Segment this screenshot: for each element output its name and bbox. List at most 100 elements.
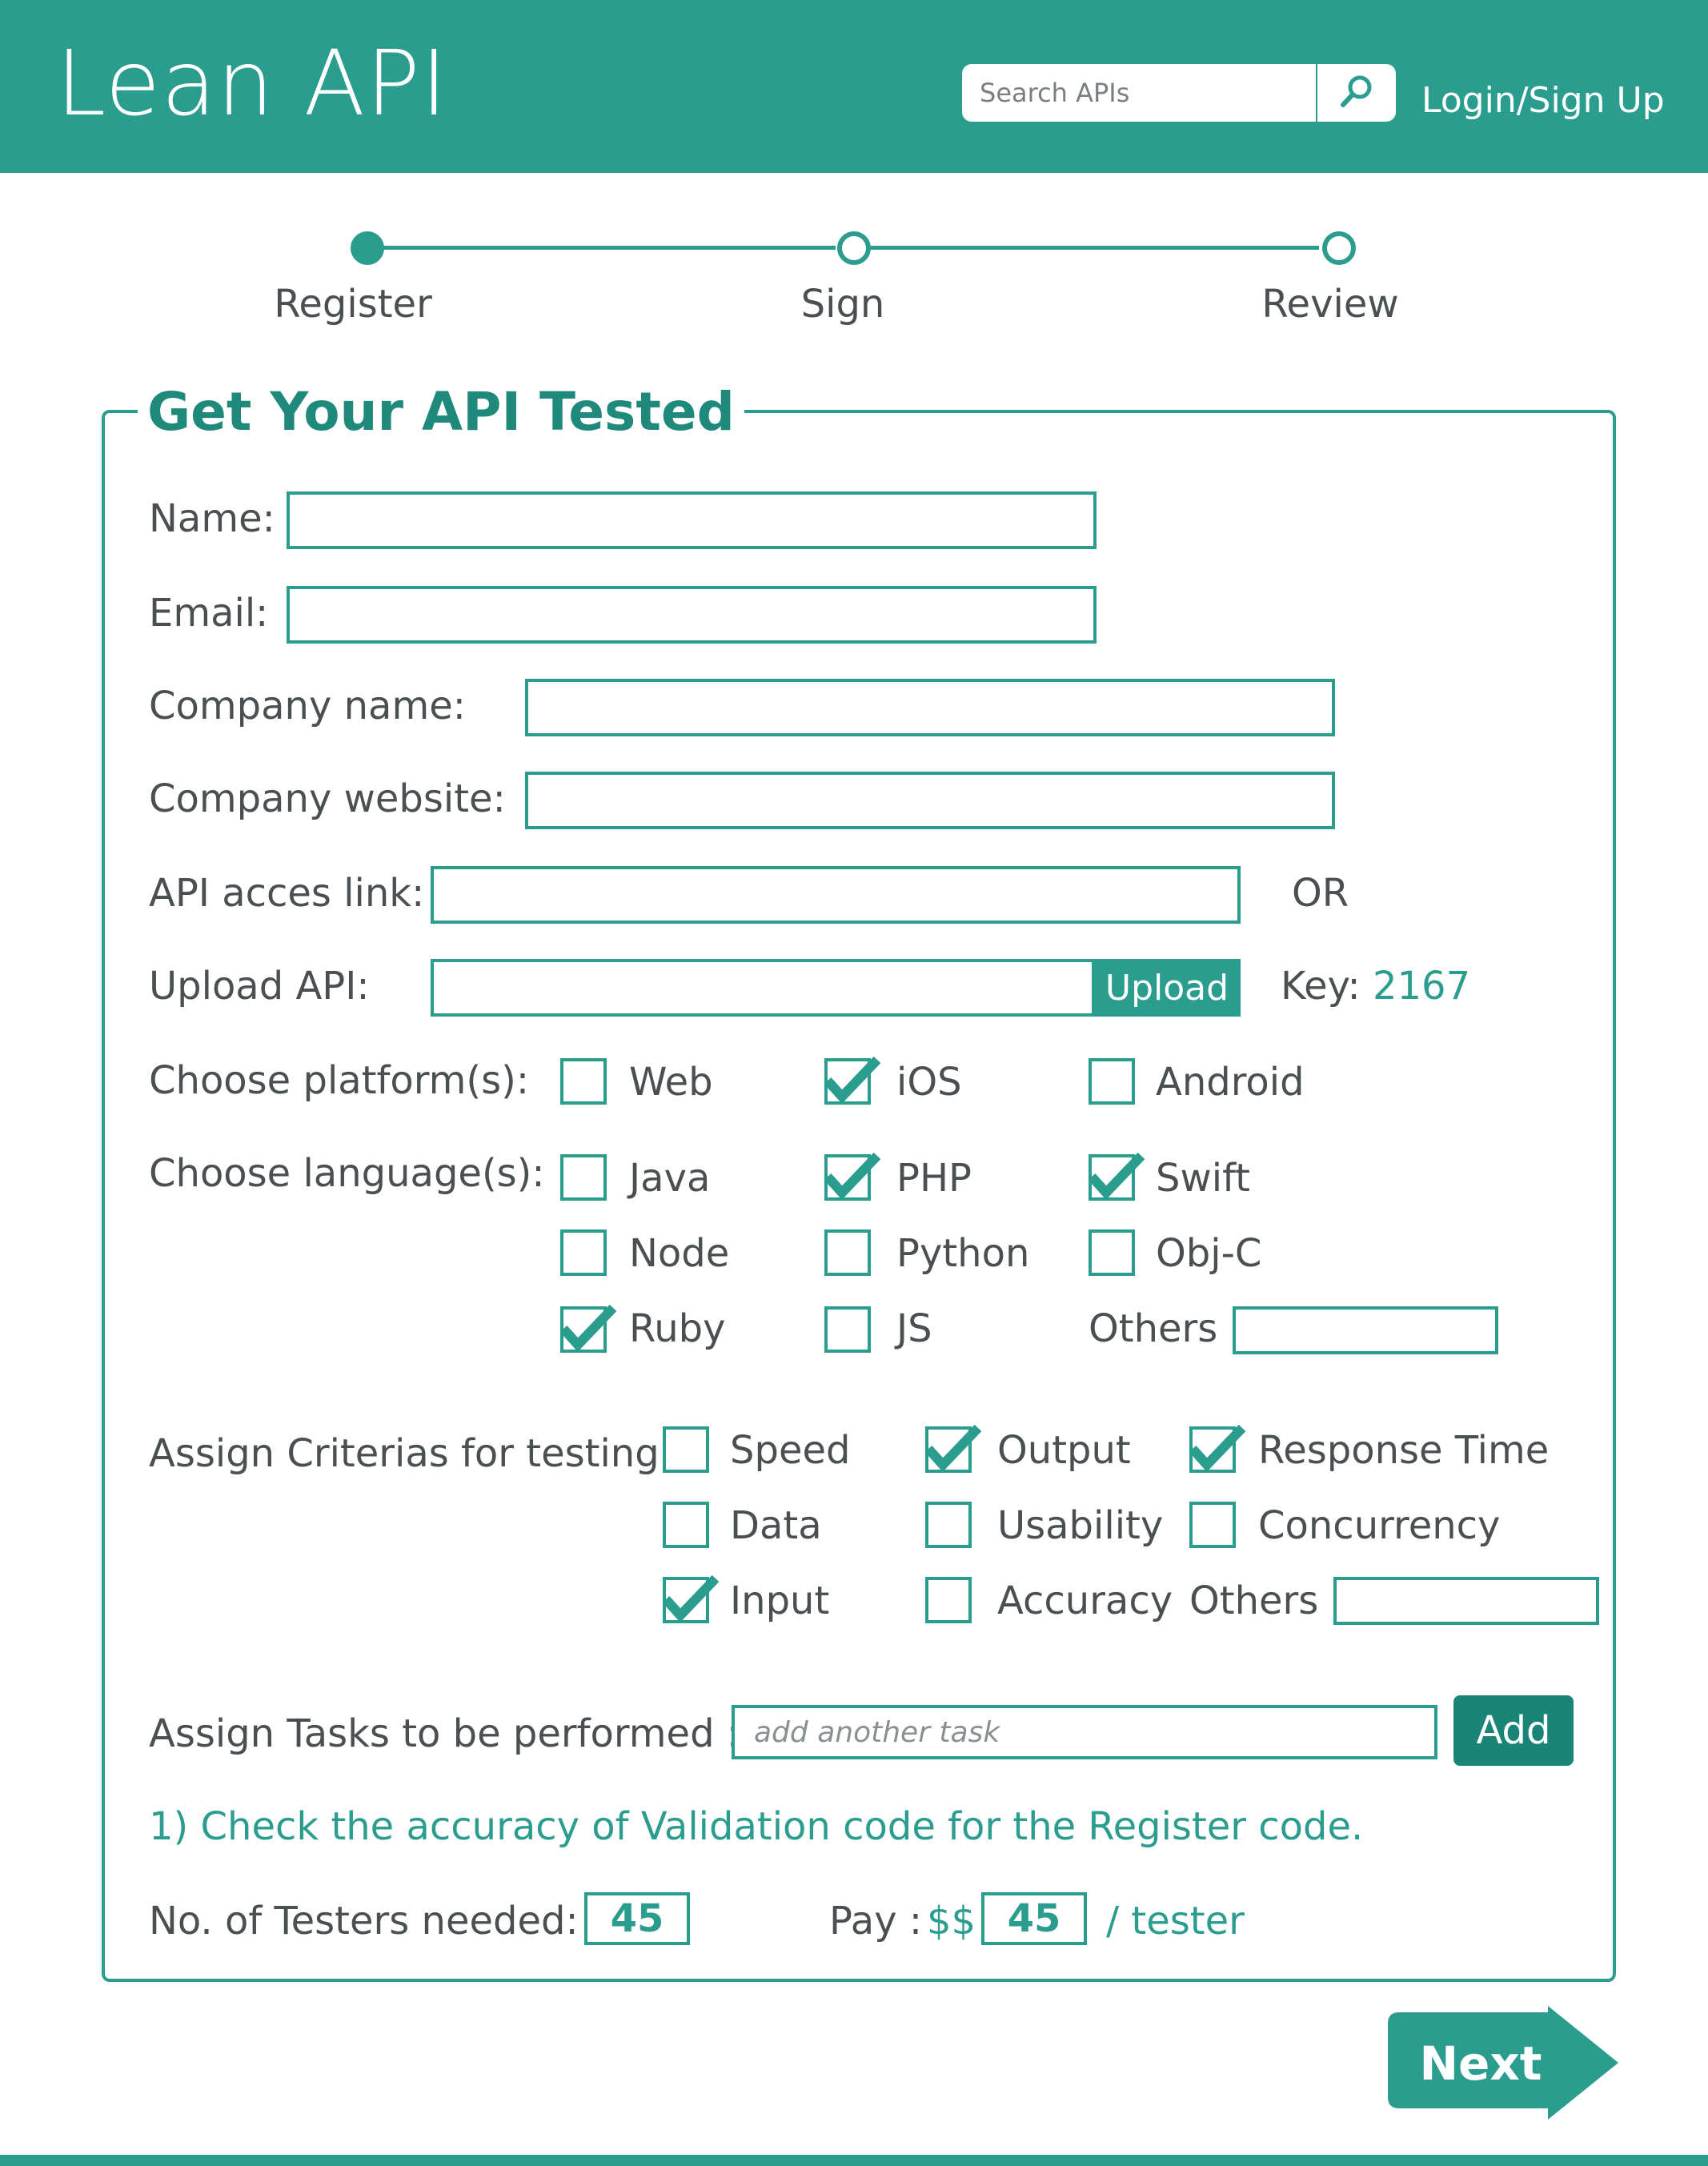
- email-input[interactable]: [290, 589, 1093, 640]
- checkbox-usability[interactable]: [925, 1502, 972, 1548]
- option-label-ios: iOS: [896, 1060, 962, 1105]
- name-label: Name:: [149, 496, 275, 541]
- step-dot-sign[interactable]: [837, 231, 871, 265]
- company-website-label: Company website:: [149, 776, 506, 821]
- company-website-input[interactable]: [528, 775, 1332, 826]
- upload-file-field[interactable]: [431, 959, 1095, 1017]
- task-input[interactable]: [735, 1708, 1434, 1756]
- search-icon: [1338, 73, 1375, 113]
- option-label-android: Android: [1156, 1060, 1305, 1105]
- option-label-php: PHP: [896, 1156, 972, 1201]
- company-website-field[interactable]: [525, 772, 1335, 829]
- platforms-label: Choose platform(s):: [149, 1058, 530, 1103]
- next-button[interactable]: [1388, 2006, 1618, 2120]
- step-dot-register[interactable]: [351, 231, 384, 265]
- form-title: Get Your API Tested: [138, 376, 744, 448]
- languages-others-field[interactable]: [1233, 1306, 1498, 1354]
- option-label-response-time: Response Time: [1258, 1428, 1550, 1473]
- search-button[interactable]: [1317, 64, 1396, 122]
- checkbox-ios[interactable]: [824, 1056, 881, 1105]
- checkbox-android[interactable]: [1089, 1058, 1135, 1105]
- option-label-ruby: Ruby: [629, 1306, 726, 1351]
- name-field[interactable]: [287, 491, 1097, 549]
- or-label: OR: [1292, 871, 1349, 916]
- key-value: 2167: [1372, 964, 1471, 1009]
- checkmark-icon: [1189, 1424, 1246, 1472]
- checkbox-web[interactable]: [560, 1058, 607, 1105]
- checkmark-icon: [662, 1574, 720, 1622]
- search-input[interactable]: [962, 64, 1316, 122]
- step-connector: [379, 246, 836, 250]
- option-label-usability: Usability: [997, 1503, 1164, 1548]
- key-label: Key:: [1281, 964, 1361, 1009]
- criteria-others-field[interactable]: [1333, 1577, 1599, 1625]
- api-link-input[interactable]: [434, 869, 1237, 921]
- testers-count-field[interactable]: 45: [584, 1892, 690, 1945]
- step-dot-review[interactable]: [1322, 231, 1356, 265]
- login-signup-link[interactable]: Login/Sign Up: [1421, 77, 1665, 125]
- company-name-input[interactable]: [528, 682, 1332, 733]
- option-label-speed: Speed: [730, 1428, 851, 1473]
- checkbox-python[interactable]: [824, 1229, 871, 1276]
- company-name-field[interactable]: [525, 679, 1335, 736]
- company-name-label: Company name:: [149, 684, 466, 728]
- checkmark-icon: [824, 1056, 881, 1104]
- checkbox-ruby[interactable]: [559, 1304, 617, 1353]
- criteria-label: Assign Criterias for testing:: [149, 1431, 672, 1476]
- step-label-review: Review: [1261, 282, 1399, 327]
- checkbox-output[interactable]: [924, 1424, 982, 1473]
- testers-label: No. of Testers needed:: [149, 1899, 579, 1943]
- per-tester-label: / tester: [1106, 1899, 1245, 1943]
- option-label-python: Python: [896, 1231, 1030, 1276]
- add-task-button[interactable]: Add: [1453, 1695, 1574, 1766]
- checkbox-data[interactable]: [663, 1502, 709, 1548]
- key-display: Key: 2167: [1281, 962, 1470, 1010]
- search-box[interactable]: [962, 64, 1316, 122]
- tasks-label: Assign Tasks to be performed :: [149, 1711, 740, 1756]
- option-label-node: Node: [629, 1231, 730, 1276]
- step-label-register: Register: [274, 282, 432, 327]
- upload-file-input[interactable]: [434, 962, 1092, 1013]
- checkbox-obj-c[interactable]: [1089, 1229, 1135, 1276]
- option-label-output: Output: [997, 1428, 1131, 1473]
- pay-currency: $$: [927, 1899, 976, 1943]
- checkbox-java[interactable]: [560, 1154, 607, 1201]
- checkbox-accuracy[interactable]: [925, 1577, 972, 1623]
- api-link-label: API acces link:: [149, 871, 425, 916]
- option-label-data: Data: [730, 1503, 822, 1548]
- pay-label: Pay :: [829, 1899, 923, 1943]
- checkbox-response-time[interactable]: [1189, 1424, 1246, 1473]
- criteria-others-label: Others: [1189, 1578, 1319, 1623]
- next-arrow-shape: [1388, 2006, 1618, 2120]
- checkbox-concurrency[interactable]: [1189, 1502, 1236, 1548]
- checkbox-js[interactable]: [824, 1306, 871, 1353]
- option-label-input: Input: [730, 1578, 830, 1623]
- api-link-field[interactable]: [431, 866, 1241, 924]
- option-label-java: Java: [629, 1156, 711, 1201]
- option-label-web: Web: [629, 1060, 713, 1105]
- checkmark-icon: [1088, 1152, 1145, 1200]
- brand-logo[interactable]: Lean API: [56, 32, 448, 136]
- option-label-swift: Swift: [1156, 1156, 1250, 1201]
- upload-button[interactable]: Upload: [1093, 959, 1241, 1017]
- pay-amount-field[interactable]: 45: [981, 1892, 1087, 1945]
- checkbox-node[interactable]: [560, 1229, 607, 1276]
- checkbox-input[interactable]: [662, 1574, 720, 1623]
- criteria-others-input[interactable]: [1337, 1580, 1596, 1622]
- checkbox-php[interactable]: [824, 1152, 881, 1201]
- languages-others-input[interactable]: [1236, 1310, 1495, 1351]
- name-input[interactable]: [290, 495, 1093, 546]
- checkbox-swift[interactable]: [1088, 1152, 1145, 1201]
- checkmark-icon: [824, 1152, 881, 1200]
- upload-api-label: Upload API:: [149, 964, 370, 1009]
- languages-others-label: Others: [1089, 1306, 1218, 1351]
- option-label-obj-c: Obj-C: [1156, 1231, 1262, 1276]
- task-field[interactable]: [732, 1705, 1437, 1759]
- email-field[interactable]: [287, 586, 1097, 644]
- option-label-js: JS: [896, 1306, 932, 1351]
- step-label-sign: Sign: [800, 282, 885, 327]
- task-list-item: 1) Check the accuracy of Validation code…: [149, 1804, 1364, 1849]
- checkbox-speed[interactable]: [663, 1426, 709, 1473]
- option-label-accuracy: Accuracy: [997, 1578, 1173, 1623]
- footer-bar: [0, 2155, 1708, 2166]
